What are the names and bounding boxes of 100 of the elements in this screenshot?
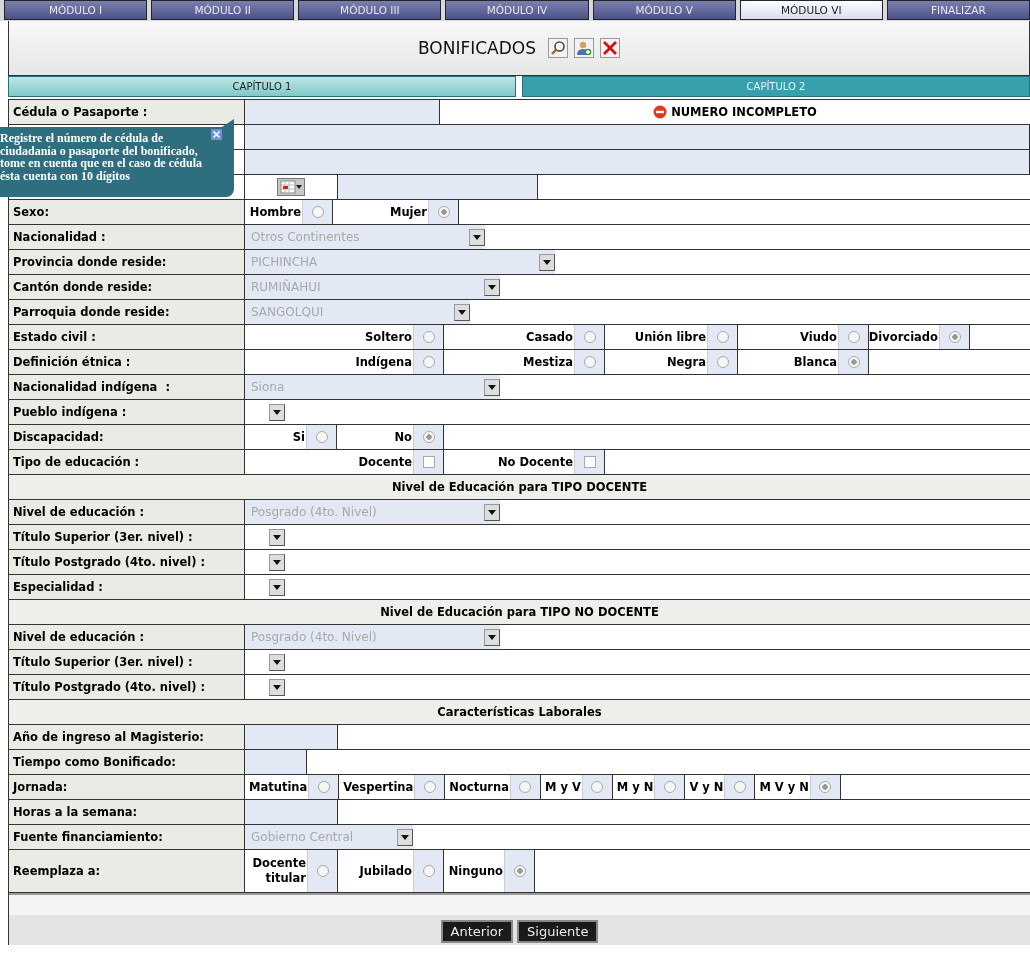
text-field[interactable] xyxy=(245,725,338,749)
caret-icon xyxy=(543,259,551,265)
field-label: Cédula o Pasaporte : xyxy=(9,100,245,124)
caret-icon xyxy=(488,284,496,290)
radio-button[interactable] xyxy=(716,331,729,343)
page-title: BONIFICADOS xyxy=(418,38,536,58)
module-tab[interactable]: MÓDULO VI xyxy=(739,0,883,20)
radio-button[interactable] xyxy=(583,356,596,368)
text-field[interactable] xyxy=(245,100,440,124)
option-label: Hombre xyxy=(248,204,302,221)
checkbox[interactable] xyxy=(422,456,435,468)
option-label: Divorciado xyxy=(869,329,939,346)
checkbox[interactable] xyxy=(583,456,596,468)
radio-button[interactable] xyxy=(819,781,832,793)
error-icon xyxy=(653,105,668,119)
radio-button[interactable] xyxy=(317,781,330,793)
radio-button[interactable] xyxy=(583,331,596,343)
tooltip-text: Registre el número de cédula de ciudadanía o pasaporte del bonificado, tome en cuenta que en el caso de cédula ésta cuenta con 10 dígitos xyxy=(0,132,203,183)
radio-button[interactable] xyxy=(422,865,435,877)
section-header: Nivel de Educación para TIPO NO DOCENTE xyxy=(9,600,1030,625)
option-label: Blanca xyxy=(792,354,838,371)
caret-icon xyxy=(273,534,281,540)
field-label: Fuente financiamiento: xyxy=(9,825,245,849)
search-icon[interactable] xyxy=(548,38,568,58)
option-label: Vespertina xyxy=(342,779,415,796)
radio-button[interactable] xyxy=(422,431,435,443)
field-label: Parroquia donde reside: xyxy=(9,300,245,324)
nav-button[interactable]: Anterior xyxy=(440,920,514,943)
module-tab[interactable]: MÓDULO IV xyxy=(445,0,589,20)
option-label: Jubilado xyxy=(358,862,413,880)
field-label: Jornada: xyxy=(9,775,245,799)
field-label: Título Superior (3er. nivel) : xyxy=(9,525,245,549)
caret-icon xyxy=(488,634,496,640)
caret-icon xyxy=(273,584,281,590)
field-label: Título Postgrado (4to. nivel) : xyxy=(9,550,245,574)
date-field[interactable] xyxy=(338,175,538,199)
radio-button[interactable] xyxy=(422,356,435,368)
module-tab[interactable]: FINALIZAR xyxy=(886,0,1030,20)
field-label: Provincia donde reside: xyxy=(9,250,245,274)
radio-button[interactable] xyxy=(847,331,860,343)
module-tab[interactable]: MÓDULO II xyxy=(151,0,295,20)
field-label: Definición étnica : xyxy=(9,350,245,374)
section-header: Características Laborales xyxy=(9,700,1030,725)
text-field[interactable] xyxy=(245,125,1030,149)
caret-icon xyxy=(273,684,281,690)
field-label: Título Superior (3er. nivel) : xyxy=(9,650,245,674)
module-tab[interactable]: MÓDULO V xyxy=(592,0,736,20)
radio-button[interactable] xyxy=(948,331,961,343)
field-label: Reemplaza a: xyxy=(9,850,245,892)
radio-button[interactable] xyxy=(315,431,328,443)
field-label: Especialidad : xyxy=(9,575,245,599)
caret-icon xyxy=(273,659,281,665)
close-icon[interactable] xyxy=(600,38,620,58)
error-message: NUMERO INCOMPLETO xyxy=(440,100,1030,124)
option-label: Mestiza xyxy=(522,354,574,371)
option-label: Indígena xyxy=(354,354,413,371)
field-label: Nivel de educación : xyxy=(9,625,245,649)
radio-button[interactable] xyxy=(513,865,526,877)
option-label: Nocturna xyxy=(448,779,510,796)
caret-icon xyxy=(273,559,281,565)
option-label: Docente titular xyxy=(251,855,307,887)
field-label: Horas a la semana: xyxy=(9,800,245,824)
radio-button[interactable] xyxy=(423,781,436,793)
option-label: Mujer xyxy=(388,204,428,221)
caret-icon xyxy=(273,409,281,415)
option-label: Viudo xyxy=(799,329,838,346)
chapter-tab[interactable]: CAPÍTULO 1 xyxy=(8,76,516,97)
date-picker-button[interactable] xyxy=(277,178,305,196)
caret-icon xyxy=(458,309,466,315)
caret-icon xyxy=(488,509,496,515)
radio-button[interactable] xyxy=(422,331,435,343)
radio-button[interactable] xyxy=(437,206,450,218)
caret-icon xyxy=(401,834,409,840)
text-field[interactable] xyxy=(245,150,1030,174)
text-field[interactable] xyxy=(245,750,307,774)
option-label: M y V xyxy=(543,779,582,796)
add-user-icon[interactable] xyxy=(574,38,594,58)
radio-button[interactable] xyxy=(733,781,746,793)
radio-button[interactable] xyxy=(716,356,729,368)
option-label: M y N xyxy=(615,779,655,796)
module-tab[interactable]: MÓDULO III xyxy=(298,0,442,20)
radio-button[interactable] xyxy=(311,206,324,218)
caret-icon xyxy=(473,234,481,240)
radio-button[interactable] xyxy=(591,781,604,793)
field-label: Nivel de educación : xyxy=(9,500,245,524)
radio-button[interactable] xyxy=(316,865,329,877)
chapter-tab[interactable]: CAPÍTULO 2 xyxy=(522,76,1030,97)
radio-button[interactable] xyxy=(519,781,532,793)
option-label: Docente xyxy=(357,454,413,471)
field-label: Año de ingreso al Magisterio: xyxy=(9,725,245,749)
module-tab[interactable]: MÓDULO I xyxy=(4,0,148,20)
field-label: Título Postgrado (4to. nivel) : xyxy=(9,675,245,699)
radio-button[interactable] xyxy=(847,356,860,368)
option-label: Matutina xyxy=(248,779,309,796)
radio-button[interactable] xyxy=(663,781,676,793)
nav-button[interactable]: Siguiente xyxy=(517,920,599,943)
field-label: Cantón donde reside: xyxy=(9,275,245,299)
field-label: Estado civil : xyxy=(9,325,245,349)
field-label: Tiempo como Bonificado: xyxy=(9,750,245,774)
text-field[interactable] xyxy=(245,800,338,824)
